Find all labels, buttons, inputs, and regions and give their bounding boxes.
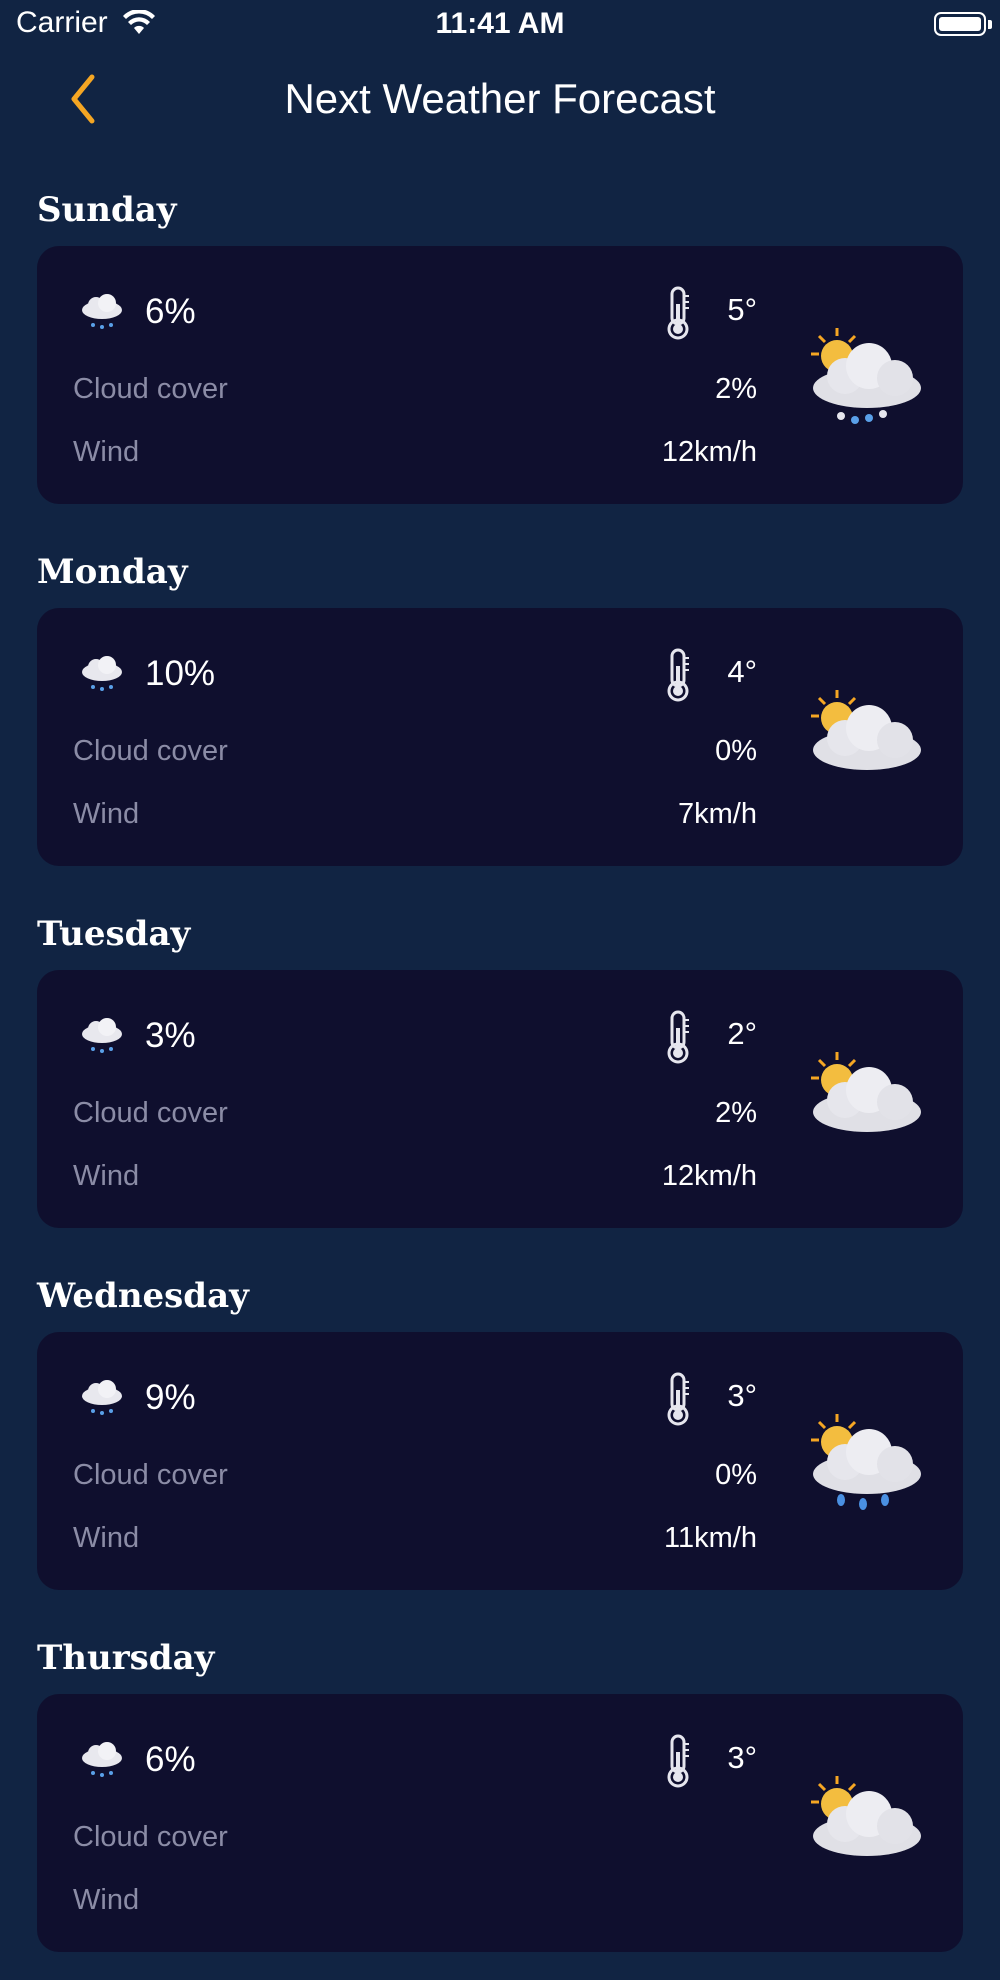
navigation-bar: Next Weather Forecast bbox=[0, 55, 1000, 145]
precipitation-value: 9% bbox=[145, 1378, 196, 1417]
forecast-day: Wednesday 9% 3° Cloud cover 0% Wind 11km… bbox=[0, 1256, 1000, 1618]
wind-label: Wind bbox=[73, 1160, 140, 1192]
cloud-cover-value: 0% bbox=[715, 735, 757, 767]
thermometer-icon bbox=[667, 1372, 689, 1426]
precipitation-value: 10% bbox=[145, 654, 216, 693]
thermometer-icon bbox=[667, 286, 689, 340]
wind-value: 12km/h bbox=[661, 436, 757, 468]
wind-value: 12km/h bbox=[661, 1160, 757, 1192]
forecast-list[interactable]: Sunday 6% 5° Cloud cover 2% Wind 12km/h … bbox=[0, 170, 1000, 1980]
cloud-cover-label: Cloud cover bbox=[73, 735, 228, 767]
precipitation-value: 6% bbox=[145, 292, 196, 331]
wind-label: Wind bbox=[73, 1884, 140, 1916]
temperature-value: 5° bbox=[727, 292, 757, 327]
temperature-value: 4° bbox=[727, 654, 757, 689]
thermometer-icon bbox=[667, 1734, 689, 1788]
forecast-card[interactable]: 6% 5° Cloud cover 2% Wind 12km/h bbox=[37, 246, 963, 504]
precipitation-icon bbox=[82, 294, 122, 329]
day-label: Sunday bbox=[37, 190, 177, 230]
cloud-cover-value: 2% bbox=[715, 373, 757, 405]
cloud-cover-value: 2% bbox=[715, 1097, 757, 1129]
partly-cloudy-icon bbox=[811, 1052, 921, 1132]
partly-cloudy-icon bbox=[811, 1776, 921, 1856]
cloud-cover-label: Cloud cover bbox=[73, 1097, 228, 1129]
forecast-card[interactable]: 10% 4° Cloud cover 0% Wind 7km/h bbox=[37, 608, 963, 866]
wind-label: Wind bbox=[73, 436, 140, 468]
forecast-card[interactable]: 9% 3° Cloud cover 0% Wind 11km/h bbox=[37, 1332, 963, 1590]
partly-cloudy-icon bbox=[811, 690, 921, 770]
wind-label: Wind bbox=[73, 798, 140, 830]
status-bar: Carrier 11:41 AM bbox=[0, 0, 1000, 50]
day-label: Monday bbox=[37, 552, 188, 592]
battery-icon bbox=[934, 12, 986, 36]
forecast-card[interactable]: 6% 3° Cloud cover Wind bbox=[37, 1694, 963, 1952]
battery-tip bbox=[988, 20, 992, 29]
cloud-cover-label: Cloud cover bbox=[73, 373, 228, 405]
forecast-day: Tuesday 3% 2° Cloud cover 2% Wind 12km/h bbox=[0, 894, 1000, 1256]
day-label: Thursday bbox=[37, 1638, 215, 1678]
precipitation-icon bbox=[82, 1742, 122, 1777]
cloud-cover-value: 0% bbox=[715, 1459, 757, 1491]
precipitation-icon bbox=[82, 1018, 122, 1053]
partly-cloudy-rain-icon bbox=[811, 1414, 921, 1510]
forecast-day: Monday 10% 4° Cloud cover 0% Wind 7km/h bbox=[0, 532, 1000, 894]
precipitation-icon bbox=[82, 656, 122, 691]
temperature-value: 3° bbox=[727, 1740, 757, 1775]
wind-value: 11km/h bbox=[664, 1522, 757, 1554]
status-time: 11:41 AM bbox=[435, 7, 565, 40]
precipitation-icon bbox=[82, 1380, 122, 1415]
wind-value: 7km/h bbox=[678, 798, 757, 830]
forecast-day: Sunday 6% 5° Cloud cover 2% Wind 12km/h bbox=[0, 170, 1000, 532]
wind-label: Wind bbox=[73, 1522, 140, 1554]
forecast-card[interactable]: 3% 2° Cloud cover 2% Wind 12km/h bbox=[37, 970, 963, 1228]
precipitation-value: 6% bbox=[145, 1740, 196, 1779]
forecast-day: Thursday 6% 3° Cloud cover Wind bbox=[0, 1618, 1000, 1980]
temperature-value: 2° bbox=[727, 1016, 757, 1051]
precipitation-value: 3% bbox=[145, 1016, 196, 1055]
thermometer-icon bbox=[667, 648, 689, 702]
day-label: Wednesday bbox=[37, 1276, 249, 1316]
page-title: Next Weather Forecast bbox=[284, 75, 716, 122]
thermometer-icon bbox=[667, 1010, 689, 1064]
partly-cloudy-snow-icon bbox=[811, 328, 921, 424]
cloud-cover-label: Cloud cover bbox=[73, 1459, 228, 1491]
temperature-value: 3° bbox=[727, 1378, 757, 1413]
day-label: Tuesday bbox=[37, 914, 191, 954]
cloud-cover-label: Cloud cover bbox=[73, 1821, 228, 1853]
